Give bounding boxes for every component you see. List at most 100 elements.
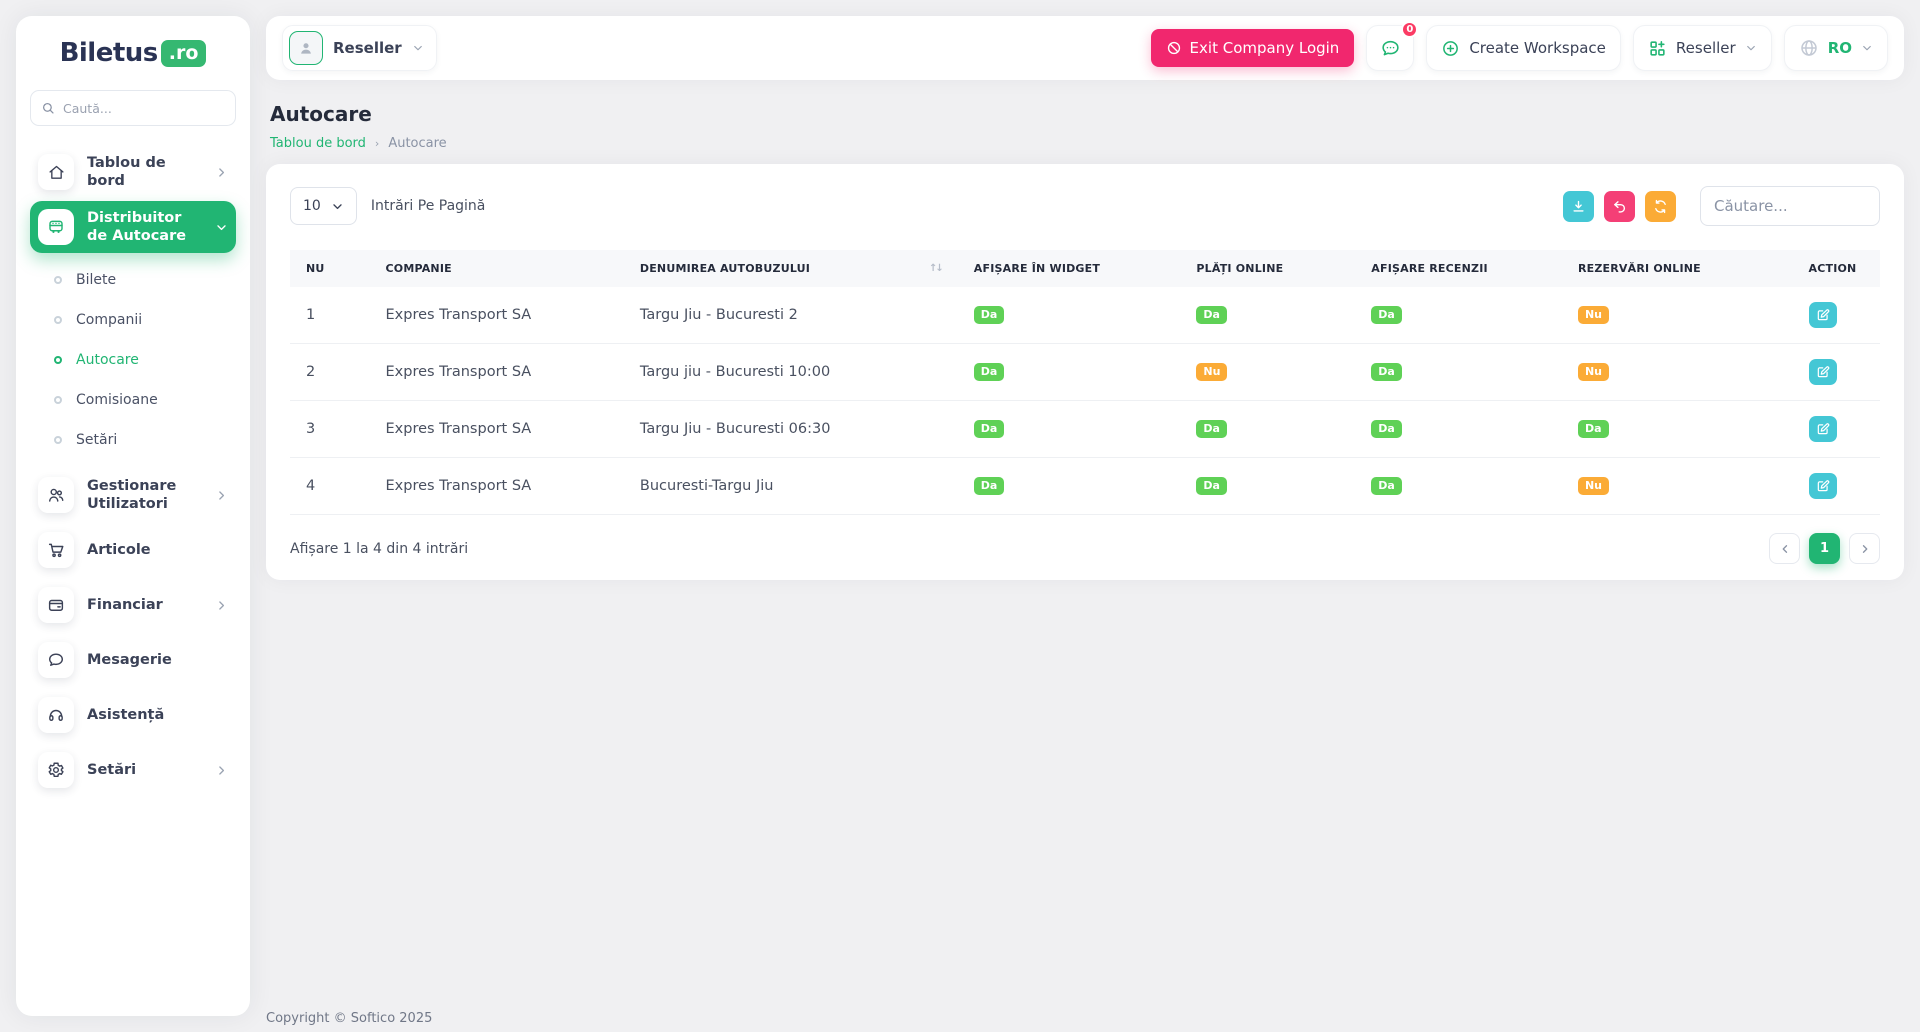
chevron-right-icon	[215, 166, 228, 179]
cell-bus-name: Bucuresti-Targu Jiu	[624, 458, 958, 515]
bullet-icon	[54, 276, 62, 284]
undo-arrow-icon	[1612, 199, 1627, 214]
cell-rezervari-online: Nu	[1562, 287, 1793, 344]
cell-rezervari-online: Nu	[1562, 344, 1793, 401]
cell-bus-name: Targu Jiu - Bucuresti 2	[624, 287, 958, 344]
sidebar-item-setari-sub[interactable]: Setări	[30, 420, 236, 460]
previous-page-button[interactable]	[1769, 533, 1800, 564]
edit-button[interactable]	[1809, 302, 1837, 328]
status-badge: Da	[974, 306, 1005, 324]
page-size-select[interactable]: 10	[290, 187, 357, 225]
sidebar-item-autocare[interactable]: Autocare	[30, 340, 236, 380]
brand-tld-badge: .ro	[161, 40, 207, 67]
sidebar-search-input[interactable]	[63, 101, 225, 116]
distribuitor-submenu: Bilete Companii Autocare Comisioane Setă…	[30, 256, 236, 466]
sidebar-item-comisioane[interactable]: Comisioane	[30, 380, 236, 420]
chevron-down-icon	[215, 221, 228, 234]
status-badge: Da	[1196, 306, 1227, 324]
table-search-input[interactable]	[1700, 186, 1880, 226]
table-body: 1Expres Transport SATargu Jiu - Bucurest…	[290, 287, 1880, 515]
edit-pencil-icon	[1816, 479, 1830, 493]
gear-icon	[38, 752, 74, 788]
column-header-companie: COMPANIE	[370, 250, 624, 287]
cell-company: Expres Transport SA	[370, 287, 624, 344]
headset-icon	[38, 697, 74, 733]
cell-afisare-recenzii: Da	[1355, 287, 1562, 344]
sidebar-item-asistenta[interactable]: Asistență	[30, 689, 236, 741]
sidebar-item-gestionare-utilizatori[interactable]: Gestionare Utilizatori	[30, 469, 236, 521]
sidebar-item-setari[interactable]: Setări	[30, 744, 236, 796]
wallet-icon	[38, 587, 74, 623]
brand-name: Biletus	[60, 38, 158, 68]
exit-company-login-button[interactable]: Exit Company Login	[1151, 29, 1355, 67]
column-header-afisare-widget: AFIȘARE ÎN WIDGET	[958, 250, 1181, 287]
column-header-nu: NU	[290, 250, 370, 287]
bullet-icon	[54, 396, 62, 404]
sidebar-item-bilete[interactable]: Bilete	[30, 260, 236, 300]
pagination: 1	[1769, 533, 1880, 564]
refresh-button[interactable]	[1645, 191, 1676, 222]
status-badge: Da	[1371, 363, 1402, 381]
reseller-profile-chip[interactable]: Reseller	[282, 25, 437, 71]
sort-icon[interactable]: ↑↓	[929, 263, 942, 274]
cart-icon	[38, 532, 74, 568]
sidebar-item-companii[interactable]: Companii	[30, 300, 236, 340]
ban-icon	[1166, 40, 1182, 56]
search-icon	[41, 101, 55, 115]
sidebar-search[interactable]	[30, 90, 236, 126]
edit-button[interactable]	[1809, 473, 1837, 499]
globe-icon	[1799, 38, 1819, 58]
breadcrumb-separator-icon: ›	[375, 137, 379, 150]
sidebar-nav: Tablou de bord Distribuitor de Autocare …	[30, 146, 236, 796]
chevron-down-icon	[1745, 42, 1757, 54]
edit-button[interactable]	[1809, 359, 1837, 385]
language-dropdown[interactable]: RO	[1784, 25, 1888, 71]
sidebar-item-tablou-de-bord[interactable]: Tablou de bord	[30, 146, 236, 198]
next-page-button[interactable]	[1849, 533, 1880, 564]
chevron-right-icon	[215, 489, 228, 502]
workspace-reseller-dropdown[interactable]: Reseller	[1633, 25, 1772, 71]
brand-logo[interactable]: Biletus .ro	[30, 38, 236, 68]
export-button[interactable]	[1563, 191, 1594, 222]
chevron-right-icon	[215, 599, 228, 612]
messages-button[interactable]: 0	[1366, 25, 1414, 71]
bullet-icon	[54, 356, 62, 364]
page-number-button[interactable]: 1	[1809, 533, 1840, 564]
cell-bus-name: Targu jiu - Bucuresti 10:00	[624, 344, 958, 401]
undo-button[interactable]	[1604, 191, 1635, 222]
chevron-right-icon	[215, 764, 228, 777]
avatar	[289, 31, 323, 65]
cell-bus-name: Targu Jiu - Bucuresti 06:30	[624, 401, 958, 458]
entries-per-page-label: Intrări Pe Pagină	[371, 198, 486, 214]
cell-rezervari-online: Nu	[1562, 458, 1793, 515]
cell-company: Expres Transport SA	[370, 344, 624, 401]
status-badge: Da	[1371, 306, 1402, 324]
edit-pencil-icon	[1816, 365, 1830, 379]
page-head: Autocare Tablou de bord › Autocare	[266, 80, 1904, 151]
chevron-down-icon	[412, 42, 424, 54]
table-row: 3Expres Transport SATargu Jiu - Bucurest…	[290, 401, 1880, 458]
status-badge: Da	[1578, 420, 1609, 438]
cell-afisare-recenzii: Da	[1355, 458, 1562, 515]
sidebar-item-distribuitor-de-autocare[interactable]: Distribuitor de Autocare	[30, 201, 236, 253]
column-header-denumirea[interactable]: DENUMIREA AUTOBUZULUI↑↓	[624, 250, 958, 287]
main-content: Reseller Exit Company Login 0	[266, 16, 1904, 580]
table-row: 2Expres Transport SATargu jiu - Bucurest…	[290, 344, 1880, 401]
breadcrumb-dashboard-link[interactable]: Tablou de bord	[270, 136, 366, 151]
sidebar-item-articole[interactable]: Articole	[30, 524, 236, 576]
status-badge: Da	[974, 363, 1005, 381]
cell-afisare-recenzii: Da	[1355, 344, 1562, 401]
cell-company: Expres Transport SA	[370, 401, 624, 458]
table-card: 10 Intrări Pe Pagină	[266, 164, 1904, 580]
download-icon	[1571, 199, 1586, 214]
edit-button[interactable]	[1809, 416, 1837, 442]
cell-afisare-widget: Da	[958, 401, 1181, 458]
status-badge: Nu	[1196, 363, 1227, 381]
sidebar-item-financiar[interactable]: Financiar	[30, 579, 236, 631]
cell-action	[1793, 401, 1881, 458]
chevron-down-icon	[331, 200, 344, 213]
bullet-icon	[54, 316, 62, 324]
create-workspace-button[interactable]: Create Workspace	[1426, 25, 1621, 71]
cell-afisare-recenzii: Da	[1355, 401, 1562, 458]
sidebar-item-mesagerie[interactable]: Mesagerie	[30, 634, 236, 686]
